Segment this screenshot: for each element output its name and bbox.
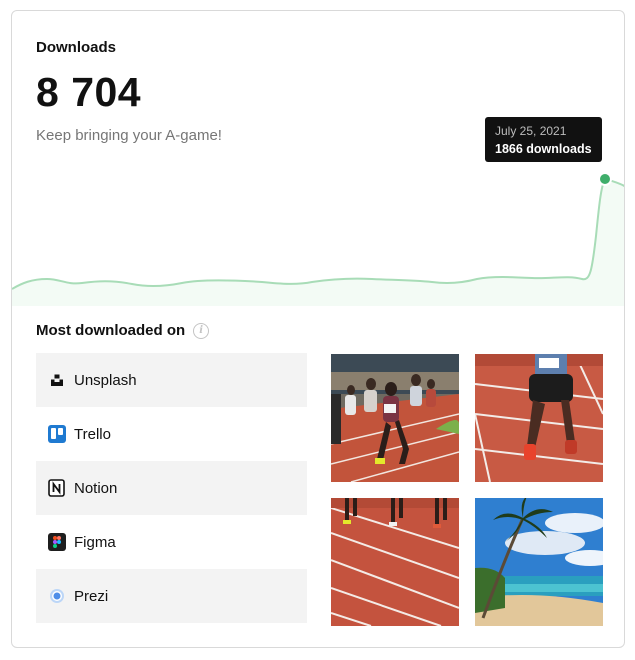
notion-icon bbox=[48, 479, 66, 497]
list-item-figma[interactable]: Figma bbox=[36, 515, 307, 569]
photo-runners-on-track[interactable] bbox=[331, 354, 459, 482]
list-item-label: Trello bbox=[74, 425, 111, 443]
section-title-text: Most downloaded on bbox=[36, 322, 186, 339]
list-item-label: Unsplash bbox=[74, 371, 137, 389]
prezi-icon bbox=[48, 587, 66, 605]
sparkline-line bbox=[12, 177, 624, 290]
sparkline-area bbox=[12, 179, 624, 306]
downloads-total: 8 704 bbox=[36, 69, 142, 115]
trello-icon bbox=[48, 425, 66, 443]
apps-list: Unsplash Trello Notion Figma Prezi bbox=[36, 353, 307, 623]
figma-icon bbox=[48, 533, 66, 551]
photo-grid bbox=[331, 354, 603, 626]
card-title: Downloads bbox=[36, 39, 117, 56]
chart-tooltip: July 25, 2021 1866 downloads bbox=[485, 117, 602, 162]
list-item-label: Prezi bbox=[74, 587, 109, 605]
photo-track-lanes[interactable] bbox=[331, 498, 459, 626]
list-item-notion[interactable]: Notion bbox=[36, 461, 307, 515]
list-item-prezi[interactable]: Prezi bbox=[36, 569, 307, 623]
unsplash-icon bbox=[48, 371, 66, 389]
photo-tropical-beach[interactable] bbox=[475, 498, 603, 626]
list-item-unsplash[interactable]: Unsplash bbox=[36, 353, 307, 407]
section-title: Most downloaded on i bbox=[36, 322, 210, 339]
tooltip-date: July 25, 2021 bbox=[495, 124, 567, 138]
list-item-label: Notion bbox=[74, 479, 118, 497]
list-item-trello[interactable]: Trello bbox=[36, 407, 307, 461]
downloads-subtitle: Keep bringing your A-game! bbox=[36, 127, 222, 144]
info-icon[interactable]: i bbox=[193, 322, 210, 339]
downloads-sparkline[interactable] bbox=[12, 161, 625, 306]
downloads-card: Downloads 8 704 Keep bringing your A-gam… bbox=[11, 10, 625, 648]
tooltip-downloads: 1866 downloads bbox=[495, 142, 592, 156]
photo-runner-legs[interactable] bbox=[475, 354, 603, 482]
list-item-label: Figma bbox=[74, 533, 116, 551]
sparkline-highlight-dot[interactable] bbox=[598, 172, 612, 186]
